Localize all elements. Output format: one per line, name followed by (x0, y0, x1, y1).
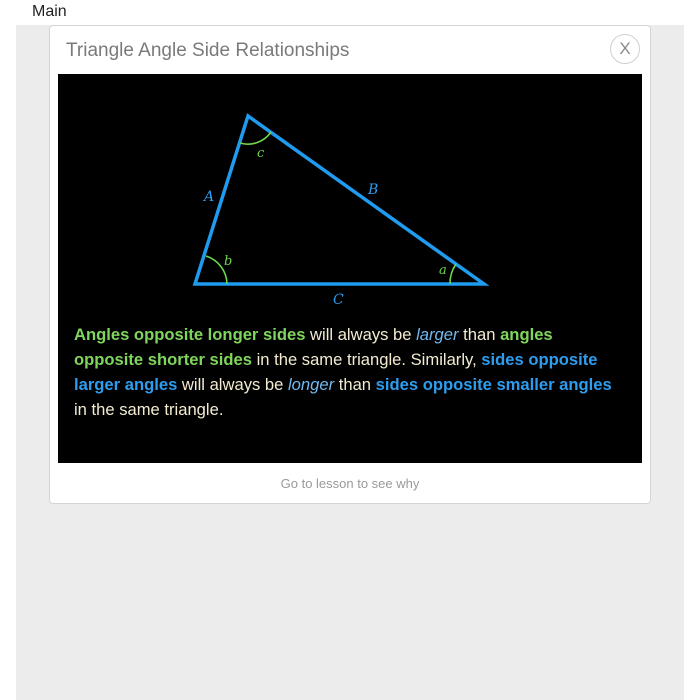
text-span: longer (287, 375, 335, 394)
close-icon: X (619, 39, 631, 58)
card-title: Triangle Angle Side Relationships (66, 40, 350, 61)
side-label-a: A (202, 189, 214, 205)
angle-label-a: a (439, 263, 447, 278)
lesson-card: Triangle Angle Side Relationships X A B … (49, 25, 651, 504)
lesson-content: A B C a b c Angles opposite longer sides… (58, 74, 642, 463)
angle-arc-a (449, 263, 457, 285)
triangle-outline (192, 113, 490, 286)
text-span: will always be (305, 325, 417, 344)
text-span: than (458, 325, 501, 344)
triangle-diagram: A B C a b c (192, 113, 490, 308)
explanation-text: Angles opposite longer sides will always… (74, 322, 626, 422)
side-label-b: B (367, 182, 378, 198)
text-span: in the same triangle. Similarly, (251, 350, 482, 369)
text-span: will always be (177, 375, 288, 394)
angle-label-c: c (257, 146, 265, 161)
go-to-lesson-link[interactable]: Go to lesson to see why (50, 476, 650, 491)
angle-arc-c (239, 131, 272, 145)
text-span: Angles opposite longer sides (74, 325, 306, 344)
angle-label-b: b (224, 254, 232, 269)
main-breadcrumb: Main (32, 3, 67, 20)
text-span: sides opposite smaller angles (375, 375, 612, 394)
text-span: in the same triangle. (74, 400, 224, 419)
close-button[interactable]: X (610, 34, 640, 64)
text-span: than (334, 375, 376, 394)
side-label-c: C (333, 292, 344, 308)
text-span: larger (416, 325, 459, 344)
